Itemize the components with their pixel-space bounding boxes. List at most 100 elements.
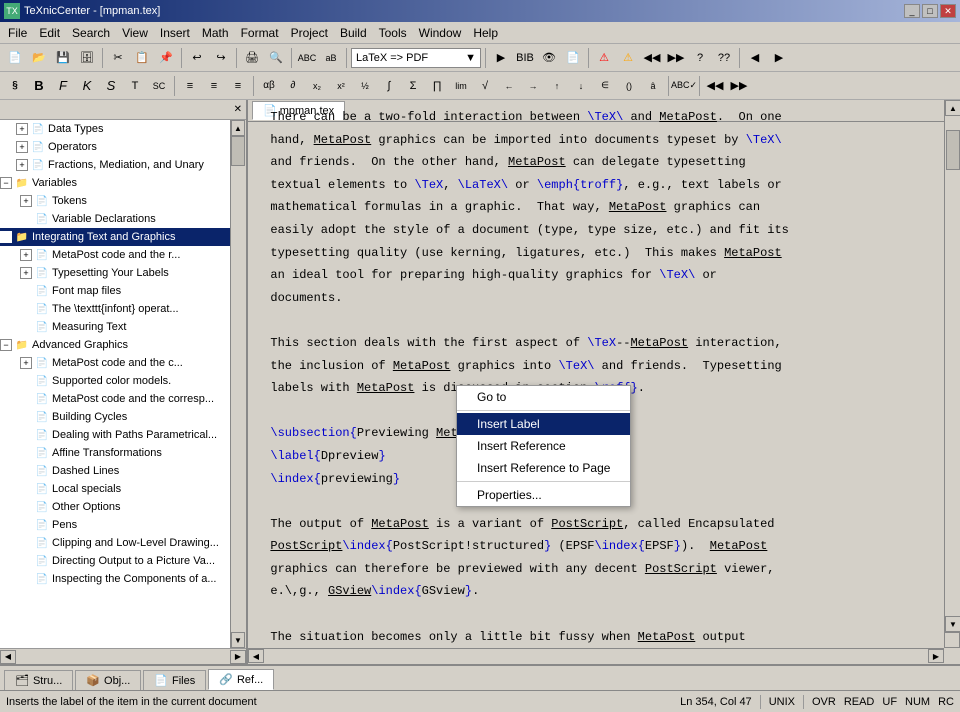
sidebar-item-metapost-code2[interactable]: + 📄 MetaPost code and the c...: [0, 354, 246, 372]
sidebar-item-dealing[interactable]: 📄 Dealing with Paths Parametrical...: [0, 426, 246, 444]
vscroll-up-sidebar[interactable]: ▲: [231, 120, 245, 136]
align-right-icon[interactable]: ≡: [227, 75, 249, 97]
sidebar-item-texttt[interactable]: 📄 The \texttt{infont} operat...: [0, 300, 246, 318]
math-icon[interactable]: ∂: [282, 75, 304, 97]
expand-integrating[interactable]: −: [0, 231, 12, 243]
close-button[interactable]: ✕: [940, 4, 956, 18]
menu-window[interactable]: Window: [413, 23, 468, 43]
save-all-icon[interactable]: 🗄: [76, 47, 98, 69]
nav-prev-icon[interactable]: ◀◀: [641, 47, 663, 69]
accents-icon[interactable]: â: [642, 75, 664, 97]
left-arrow-icon[interactable]: ←: [498, 75, 520, 97]
err2-icon[interactable]: ⚠: [617, 47, 639, 69]
section-icon[interactable]: §: [4, 75, 26, 97]
menu-view[interactable]: View: [116, 23, 154, 43]
menu-file[interactable]: File: [2, 23, 33, 43]
tab-files[interactable]: 📄 Files: [143, 670, 206, 690]
hscroll-left[interactable]: ◀: [0, 650, 16, 664]
prod-icon[interactable]: ∏: [426, 75, 448, 97]
hscroll-right[interactable]: ▶: [230, 650, 246, 664]
vscroll-thumb-sidebar[interactable]: [231, 136, 245, 166]
integral-icon[interactable]: ∫: [378, 75, 400, 97]
expand-variables[interactable]: −: [0, 177, 12, 189]
align-center-icon[interactable]: ≡: [203, 75, 225, 97]
bibtex-icon[interactable]: BIB: [514, 47, 536, 69]
vscroll-thumb[interactable]: [946, 130, 960, 170]
expand-typesetting[interactable]: +: [20, 267, 32, 279]
sidebar-item-variables[interactable]: − 📁 Variables: [0, 174, 246, 192]
menu-tools[interactable]: Tools: [373, 23, 413, 43]
sidebar-close-button[interactable]: ✕: [232, 104, 244, 115]
help-icon[interactable]: ?: [689, 47, 711, 69]
sidebar-item-data-types[interactable]: + 📄 Data Types: [0, 120, 246, 138]
spellcheck-icon[interactable]: ABC✓: [673, 75, 695, 97]
sqrt-icon[interactable]: √: [474, 75, 496, 97]
editor-content[interactable]: There can be a two-fold interaction betw…: [248, 100, 944, 648]
sidebar-item-typesetting[interactable]: + 📄 Typesetting Your Labels: [0, 264, 246, 282]
print-icon[interactable]: 🖨: [241, 47, 263, 69]
paren-icon[interactable]: (): [618, 75, 640, 97]
right-arrow-icon[interactable]: →: [522, 75, 544, 97]
down-arrow-icon[interactable]: ↓: [570, 75, 592, 97]
expand-metapost[interactable]: +: [20, 249, 32, 261]
prev2-icon[interactable]: ◀◀: [704, 75, 726, 97]
menu-edit[interactable]: Edit: [33, 23, 66, 43]
help2-icon[interactable]: ??: [713, 47, 735, 69]
up-arrow-icon[interactable]: ↑: [546, 75, 568, 97]
save-icon[interactable]: 💾: [52, 47, 74, 69]
sidebar-item-fractions[interactable]: + 📄 Fractions, Mediation, and Unary: [0, 156, 246, 174]
tab-objects[interactable]: 📦 Obj...: [75, 670, 141, 690]
view-file-icon[interactable]: 📄: [562, 47, 584, 69]
undo-icon[interactable]: ↩: [186, 47, 208, 69]
new-file-icon[interactable]: 📄: [4, 47, 26, 69]
sidebar-item-operators[interactable]: + 📄 Operators: [0, 138, 246, 156]
expand-fractions[interactable]: +: [16, 159, 28, 171]
sidebar-item-clipping[interactable]: 📄 Clipping and Low-Level Drawing...: [0, 534, 246, 552]
bold-icon[interactable]: B: [28, 75, 50, 97]
redo-icon[interactable]: ↪: [210, 47, 232, 69]
copy-icon[interactable]: 📋: [131, 47, 153, 69]
ctx-insert-reference-page[interactable]: Insert Reference to Page: [457, 457, 630, 479]
slanted-icon[interactable]: S: [100, 75, 122, 97]
vscroll-up-button[interactable]: ▲: [945, 100, 960, 116]
sidebar-item-dashed-lines[interactable]: 📄 Dashed Lines: [0, 462, 246, 480]
subscript-icon[interactable]: x₂: [306, 75, 328, 97]
next2-icon[interactable]: ▶▶: [728, 75, 750, 97]
err-icon[interactable]: ⚠: [593, 47, 615, 69]
tab-references[interactable]: 🔗 Ref...: [208, 669, 274, 690]
view-icon[interactable]: 👁: [538, 47, 560, 69]
menu-format[interactable]: Format: [235, 23, 285, 43]
expand-metapost2[interactable]: +: [20, 357, 32, 369]
title-bar-controls[interactable]: _ □ ✕: [904, 4, 956, 18]
sidebar-item-directing-output[interactable]: 📄 Directing Output to a Picture Va...: [0, 552, 246, 570]
nav-next-icon[interactable]: ▶▶: [665, 47, 687, 69]
sum-icon[interactable]: Σ: [402, 75, 424, 97]
build-dropdown[interactable]: LaTeX => PDF ▼: [351, 48, 481, 68]
menu-insert[interactable]: Insert: [154, 23, 196, 43]
ctx-insert-reference[interactable]: Insert Reference: [457, 435, 630, 457]
minimize-button[interactable]: _: [904, 4, 920, 18]
build-icon[interactable]: ▶: [490, 47, 512, 69]
frac-icon[interactable]: ½: [354, 75, 376, 97]
superscript-icon[interactable]: x²: [330, 75, 352, 97]
menu-math[interactable]: Math: [196, 23, 235, 43]
tab-structure[interactable]: 🗂 Stru...: [4, 670, 73, 690]
nav-back-icon[interactable]: ◀: [744, 47, 766, 69]
ctx-insert-label[interactable]: Insert Label: [457, 413, 630, 435]
cut-icon[interactable]: ✂: [107, 47, 129, 69]
expand-tokens[interactable]: +: [20, 195, 32, 207]
expand-data-types[interactable]: +: [16, 123, 28, 135]
sidebar-item-tokens[interactable]: + 📄 Tokens: [0, 192, 246, 210]
expand-operators[interactable]: +: [16, 141, 28, 153]
hscroll-left-editor[interactable]: ◀: [248, 649, 264, 663]
typewriter-icon[interactable]: T: [124, 75, 146, 97]
menu-build[interactable]: Build: [334, 23, 373, 43]
vscroll-down-sidebar[interactable]: ▼: [231, 632, 245, 648]
smallcaps-icon[interactable]: SC: [148, 75, 170, 97]
hscroll-right-editor[interactable]: ▶: [928, 649, 944, 663]
sidebar-item-correspond[interactable]: 📄 MetaPost code and the corresp...: [0, 390, 246, 408]
set-icon[interactable]: ∈: [594, 75, 616, 97]
greek-icon[interactable]: αβ: [258, 75, 280, 97]
sidebar-item-other-options[interactable]: 📄 Other Options: [0, 498, 246, 516]
vscroll-down-button[interactable]: ▼: [945, 616, 960, 632]
